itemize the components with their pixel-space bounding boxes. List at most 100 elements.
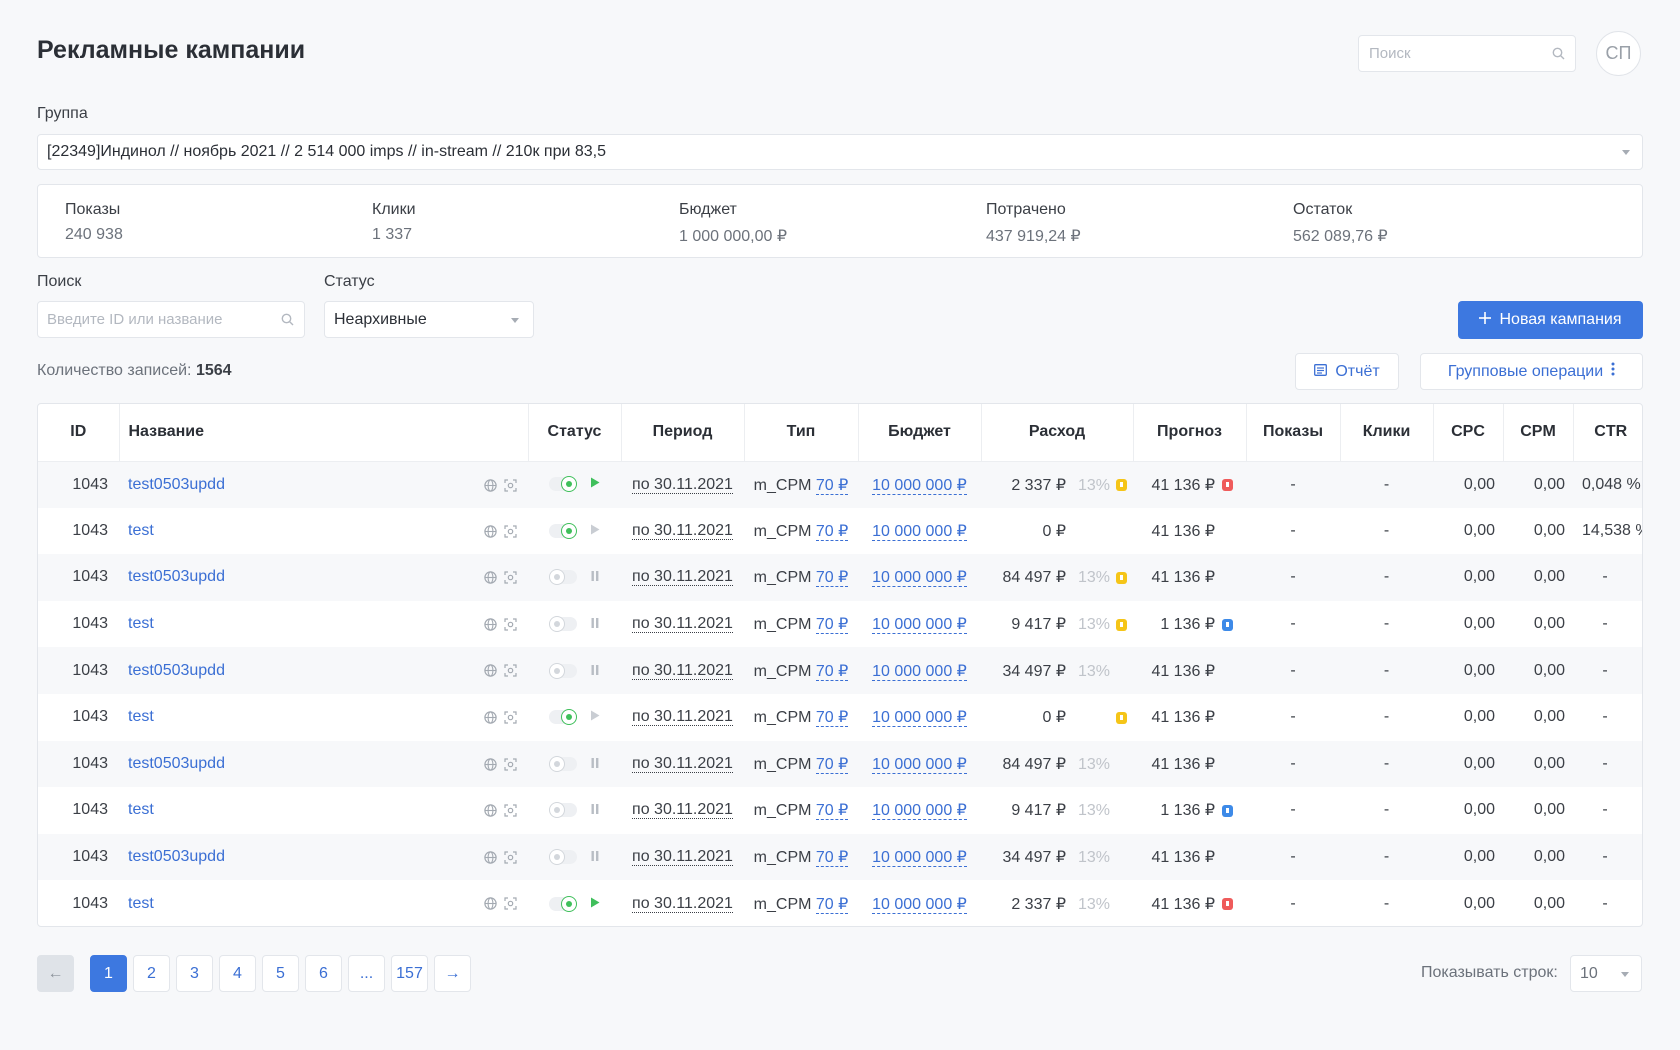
rate-link[interactable]: 70 ₽	[815, 522, 849, 541]
column-header[interactable]: Показы	[1246, 404, 1341, 462]
budget-link[interactable]: 10 000 000 ₽	[872, 895, 967, 914]
column-header[interactable]: Статус	[528, 404, 622, 462]
campaign-search-input[interactable]	[38, 302, 268, 337]
column-header[interactable]: Тип	[744, 404, 859, 462]
column-header[interactable]: CTR	[1573, 404, 1642, 462]
globe-icon[interactable]	[484, 804, 497, 822]
page-button[interactable]: 3	[176, 955, 213, 992]
column-header[interactable]: Расход	[981, 404, 1134, 462]
page-ellipsis[interactable]: ...	[348, 955, 385, 992]
pause-icon[interactable]	[591, 848, 599, 866]
status-toggle[interactable]	[549, 848, 577, 865]
campaign-name-link[interactable]: test	[128, 708, 154, 725]
budget-link[interactable]: 10 000 000 ₽	[872, 522, 967, 541]
page-button[interactable]: 4	[219, 955, 256, 992]
budget-link[interactable]: 10 000 000 ₽	[872, 569, 967, 588]
campaign-name-link[interactable]: test	[128, 895, 154, 912]
targeting-icon[interactable]	[504, 571, 517, 589]
rate-link[interactable]: 70 ₽	[815, 802, 849, 821]
page-button[interactable]: 1	[90, 955, 127, 992]
campaign-name-link[interactable]: test	[128, 801, 154, 818]
campaign-name-link[interactable]: test0503updd	[128, 568, 225, 585]
column-header[interactable]: Бюджет	[858, 404, 982, 462]
column-header[interactable]: ID	[38, 404, 120, 462]
status-toggle[interactable]	[549, 895, 577, 912]
next-page-button[interactable]: →	[434, 955, 471, 992]
pause-icon[interactable]	[591, 662, 599, 680]
targeting-icon[interactable]	[504, 524, 517, 543]
group-select[interactable]: [22349]Индинол // ноябрь 2021 // 2 514 0…	[37, 134, 1643, 170]
budget-link[interactable]: 10 000 000 ₽	[872, 476, 967, 495]
targeting-icon[interactable]	[504, 664, 517, 682]
targeting-icon[interactable]	[504, 711, 517, 729]
rate-link[interactable]: 70 ₽	[815, 616, 849, 635]
rate-link[interactable]: 70 ₽	[815, 849, 849, 868]
globe-icon[interactable]	[484, 664, 497, 682]
campaign-search[interactable]	[37, 301, 305, 338]
period-text[interactable]: по 30.11.2021	[632, 801, 733, 820]
top-search-input[interactable]	[1359, 36, 1539, 71]
campaign-name-link[interactable]: test	[128, 615, 154, 632]
pause-icon[interactable]	[591, 615, 599, 633]
period-text[interactable]: по 30.11.2021	[632, 615, 733, 634]
page-button[interactable]: 157	[391, 955, 428, 992]
new-campaign-button[interactable]: Новая кампания	[1458, 301, 1643, 339]
period-text[interactable]: по 30.11.2021	[632, 894, 733, 913]
pause-icon[interactable]	[591, 801, 599, 819]
globe-icon[interactable]	[484, 618, 497, 636]
targeting-icon[interactable]	[504, 804, 517, 822]
group-operations-button[interactable]: Групповые операции	[1420, 353, 1643, 390]
period-text[interactable]: по 30.11.2021	[632, 661, 733, 680]
rate-link[interactable]: 70 ₽	[815, 476, 849, 495]
period-text[interactable]: по 30.11.2021	[632, 848, 733, 867]
campaign-name-link[interactable]: test0503updd	[128, 476, 225, 493]
rate-link[interactable]: 70 ₽	[815, 895, 849, 914]
play-icon[interactable]	[590, 895, 600, 913]
column-header[interactable]: Прогноз	[1133, 404, 1247, 462]
rows-per-page-select[interactable]: 10	[1570, 955, 1642, 992]
rate-link[interactable]: 70 ₽	[815, 662, 849, 681]
campaign-name-link[interactable]: test0503updd	[128, 848, 225, 865]
rate-link[interactable]: 70 ₽	[815, 569, 849, 588]
status-toggle[interactable]	[549, 476, 577, 493]
campaign-name-link[interactable]: test	[128, 522, 154, 539]
campaign-name-link[interactable]: test0503updd	[128, 662, 225, 679]
budget-link[interactable]: 10 000 000 ₽	[872, 616, 967, 635]
period-text[interactable]: по 30.11.2021	[632, 708, 733, 727]
budget-link[interactable]: 10 000 000 ₽	[872, 709, 967, 728]
status-toggle[interactable]	[549, 802, 577, 819]
avatar[interactable]: СП	[1596, 31, 1641, 76]
rate-link[interactable]: 70 ₽	[815, 709, 849, 728]
globe-icon[interactable]	[484, 524, 497, 543]
globe-icon[interactable]	[484, 711, 497, 729]
budget-link[interactable]: 10 000 000 ₽	[872, 755, 967, 774]
status-toggle[interactable]	[549, 709, 577, 726]
targeting-icon[interactable]	[504, 618, 517, 636]
campaign-name-link[interactable]: test0503updd	[128, 755, 225, 772]
page-button[interactable]: 2	[133, 955, 170, 992]
targeting-icon[interactable]	[504, 897, 517, 915]
status-select[interactable]: Неархивные	[324, 301, 534, 338]
column-header[interactable]: CPM	[1503, 404, 1574, 462]
period-text[interactable]: по 30.11.2021	[632, 475, 733, 494]
column-header[interactable]: Название	[119, 404, 529, 462]
status-toggle[interactable]	[549, 522, 577, 539]
status-toggle[interactable]	[549, 755, 577, 772]
status-toggle[interactable]	[549, 662, 577, 679]
targeting-icon[interactable]	[504, 478, 517, 497]
page-button[interactable]: 6	[305, 955, 342, 992]
status-toggle[interactable]	[549, 615, 577, 632]
report-button[interactable]: Отчёт	[1295, 353, 1399, 390]
targeting-icon[interactable]	[504, 851, 517, 869]
globe-icon[interactable]	[484, 571, 497, 589]
globe-icon[interactable]	[484, 478, 497, 497]
pause-icon[interactable]	[591, 755, 599, 773]
globe-icon[interactable]	[484, 757, 497, 776]
rate-link[interactable]: 70 ₽	[815, 755, 849, 774]
globe-icon[interactable]	[484, 851, 497, 869]
top-search[interactable]	[1358, 35, 1576, 72]
play-icon[interactable]	[590, 475, 600, 493]
pause-icon[interactable]	[591, 568, 599, 586]
period-text[interactable]: по 30.11.2021	[632, 521, 733, 540]
globe-icon[interactable]	[484, 897, 497, 915]
